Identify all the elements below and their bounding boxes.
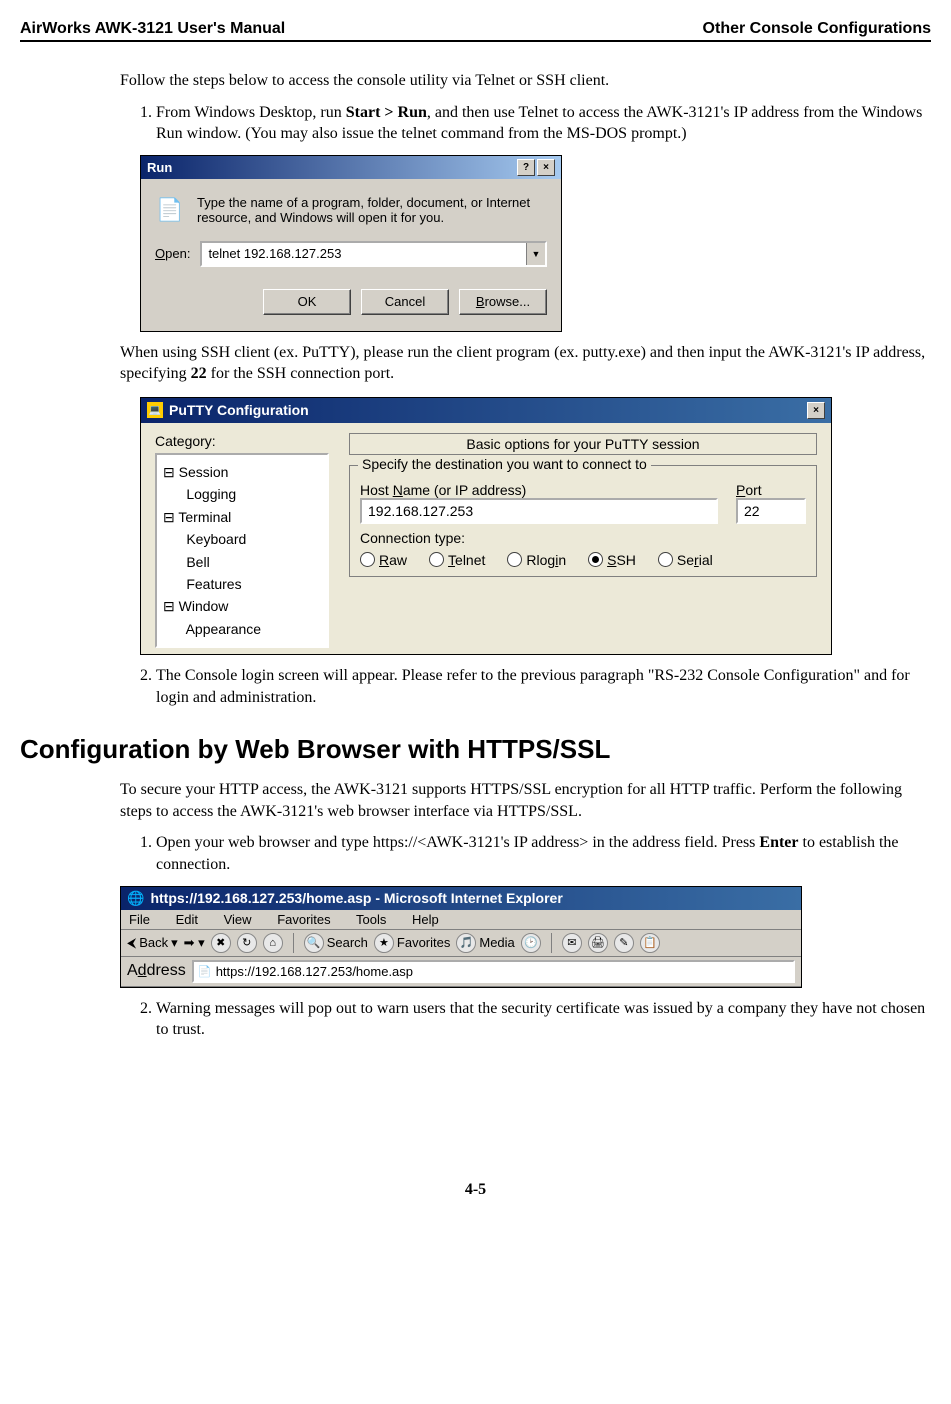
run-description: Type the name of a program, folder, docu… (197, 195, 547, 225)
putty-icon: 💻 (147, 402, 163, 418)
page-header: AirWorks AWK-3121 User's Manual Other Co… (20, 20, 931, 42)
port-label: Port (736, 482, 806, 498)
ie-titlebar: 🌐 https://192.168.127.253/home.asp - Mic… (121, 887, 801, 910)
putty-right-pane: Basic options for your PuTTY session Spe… (349, 433, 817, 648)
tree-keyboard[interactable]: Keyboard (163, 528, 323, 550)
destination-groupbox: Specify the destination you want to conn… (349, 465, 817, 577)
category-label: Category: (155, 433, 329, 449)
refresh-icon[interactable]: ↻ (237, 933, 257, 953)
connection-type-radios: Raw Telnet Rlogin SSH Serial (360, 552, 806, 568)
step-1: From Windows Desktop, run Start > Run, a… (156, 102, 931, 145)
tree-bell[interactable]: Bell (163, 551, 323, 573)
edit-icon[interactable]: ✎ (614, 933, 634, 953)
step1-pre: From Windows Desktop, run (156, 104, 346, 121)
search-button[interactable]: 🔍Search (304, 933, 368, 953)
ie-toolbar: ⮜ Back ▾ ➡ ▾ ✖ ↻ ⌂ 🔍Search ★Favorites 🎵M… (121, 930, 801, 957)
close-icon[interactable]: × (537, 159, 555, 176)
menu-help[interactable]: Help (412, 912, 439, 927)
favorites-button[interactable]: ★Favorites (374, 933, 450, 953)
radio-rlogin[interactable]: Rlogin (507, 552, 566, 568)
menu-view[interactable]: View (224, 912, 252, 927)
forward-button[interactable]: ➡ ▾ (184, 935, 205, 951)
run-titlebar: Run ? × (141, 156, 561, 179)
run-open-combo[interactable]: ▼ (200, 241, 547, 267)
page-icon: 📄 (198, 964, 212, 978)
telnet-steps: From Windows Desktop, run Start > Run, a… (120, 102, 931, 145)
category-tree[interactable]: ⊟ Session Logging ⊟ Terminal Keyboard Be… (155, 453, 329, 648)
main-content: Follow the steps below to access the con… (120, 70, 931, 1041)
putty-titlebar: 💻 PuTTY Configuration × (141, 398, 831, 423)
cancel-button[interactable]: Cancel (361, 289, 449, 315)
https-intro: To secure your HTTP access, the AWK-3121… (120, 779, 931, 822)
radio-raw[interactable]: Raw (360, 552, 407, 568)
mail-icon[interactable]: ✉ (562, 933, 582, 953)
ok-button[interactable]: OK (263, 289, 351, 315)
menu-tools[interactable]: Tools (356, 912, 386, 927)
run-open-input[interactable] (202, 243, 526, 265)
open-label: Open: (155, 246, 190, 261)
tree-appearance[interactable]: Appearance (163, 618, 323, 640)
ie-icon: 🌐 (127, 890, 144, 907)
stop-icon[interactable]: ✖ (211, 933, 231, 953)
menu-favorites[interactable]: Favorites (277, 912, 330, 927)
telnet-steps-2: The Console login screen will appear. Pl… (120, 665, 931, 708)
host-label: Host Name (or IP address) (360, 482, 718, 498)
search-icon: 🔍 (304, 933, 324, 953)
menu-edit[interactable]: Edit (176, 912, 198, 927)
favorites-icon: ★ (374, 933, 394, 953)
port-input[interactable] (736, 498, 806, 524)
step1-bold: Start > Run (346, 104, 427, 121)
radio-serial[interactable]: Serial (658, 552, 713, 568)
history-icon[interactable]: 🕑 (521, 933, 541, 953)
run-dialog: Run ? × 📄 Type the name of a program, fo… (140, 155, 562, 332)
radio-ssh[interactable]: SSH (588, 552, 636, 568)
https-step-1: Open your web browser and type https://<… (156, 832, 931, 875)
putty-window: 💻 PuTTY Configuration × Category: ⊟ Sessi… (140, 397, 832, 655)
browse-button[interactable]: Browse... (459, 289, 547, 315)
print-icon[interactable]: 🖨 (588, 933, 608, 953)
ie-window: 🌐 https://192.168.127.253/home.asp - Mic… (120, 886, 802, 988)
chevron-down-icon[interactable]: ▼ (526, 243, 545, 265)
discuss-icon[interactable]: 📋 (640, 933, 660, 953)
menu-file[interactable]: File (129, 912, 150, 927)
tree-window[interactable]: ⊟ Window (163, 595, 323, 617)
titlebar-buttons: ? × (517, 159, 555, 176)
group-legend: Specify the destination you want to conn… (358, 456, 651, 472)
intro-paragraph: Follow the steps below to access the con… (120, 70, 931, 92)
run-title: Run (147, 160, 172, 175)
basic-options-title: Basic options for your PuTTY session (349, 433, 817, 455)
header-right: Other Console Configurations (703, 20, 931, 38)
https-steps: Open your web browser and type https://<… (120, 832, 931, 875)
address-label: Address (127, 962, 186, 980)
ie-title-text: https://192.168.127.253/home.asp - Micro… (150, 890, 562, 906)
media-button[interactable]: 🎵Media (456, 933, 514, 953)
address-input[interactable]: 📄 https://192.168.127.253/home.asp (192, 960, 795, 983)
connection-type-label: Connection type: (360, 530, 806, 546)
step-2: The Console login screen will appear. Pl… (156, 665, 931, 708)
tree-terminal[interactable]: ⊟ Terminal (163, 506, 323, 528)
ssh-paragraph: When using SSH client (ex. PuTTY), pleas… (120, 342, 931, 385)
back-button[interactable]: ⮜ Back ▾ (127, 935, 178, 951)
tree-logging[interactable]: Logging (163, 483, 323, 505)
home-icon[interactable]: ⌂ (263, 933, 283, 953)
ie-menubar: File Edit View Favorites Tools Help (121, 910, 801, 930)
https-section-heading: Configuration by Web Browser with HTTPS/… (20, 734, 931, 765)
tree-features[interactable]: Features (163, 573, 323, 595)
ie-addressbar: Address 📄 https://192.168.127.253/home.a… (121, 957, 801, 987)
page-number: 4-5 (20, 1181, 931, 1199)
putty-left-pane: Category: ⊟ Session Logging ⊟ Terminal K… (155, 433, 329, 648)
https-steps-2: Warning messages will pop out to warn us… (120, 998, 931, 1041)
media-icon: 🎵 (456, 933, 476, 953)
run-icon: 📄 (155, 195, 185, 225)
https-step-2: Warning messages will pop out to warn us… (156, 998, 931, 1041)
host-input[interactable] (360, 498, 718, 524)
radio-telnet[interactable]: Telnet (429, 552, 485, 568)
close-icon[interactable]: × (807, 402, 825, 419)
tree-session[interactable]: ⊟ Session (163, 461, 323, 483)
putty-title-text: PuTTY Configuration (169, 402, 309, 418)
header-left: AirWorks AWK-3121 User's Manual (20, 20, 285, 38)
address-url: https://192.168.127.253/home.asp (216, 964, 413, 979)
help-icon[interactable]: ? (517, 159, 535, 176)
